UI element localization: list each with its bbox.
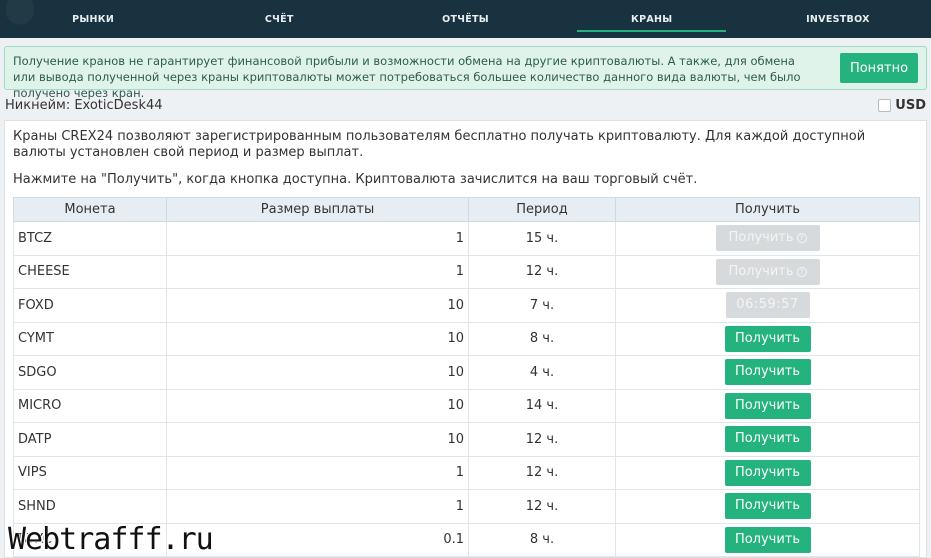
table-row: BTCZ 1 15 ч. Получить? [13, 221, 920, 256]
period-cell: 7 ч. [468, 288, 616, 323]
get-cell: 06:59:57 [615, 288, 920, 323]
disclaimer-notice: Получение кранов не гарантирует финансов… [4, 46, 927, 100]
intro-instruction: Нажмите на "Получить", когда кнопка дост… [13, 172, 698, 187]
get-button-label: Получить [734, 531, 801, 547]
usd-label: USD [895, 98, 926, 113]
get-button[interactable]: Получить [724, 426, 811, 453]
help-icon[interactable]: ? [796, 233, 807, 244]
table-header-row: Монета Размер выплаты Период Получить [13, 197, 920, 222]
col-header-amount: Размер выплаты [166, 197, 469, 222]
period-cell: 12 ч. [468, 422, 616, 457]
coin-cell: FOXD [13, 288, 167, 323]
get-button[interactable]: Получить [724, 493, 811, 520]
col-header-coin: Монета [13, 197, 167, 222]
table-row: SHND 1 12 ч. Получить [13, 489, 920, 524]
table-row: CYMT 10 8 ч. Получить [13, 321, 920, 356]
get-cell: Получить [615, 455, 920, 490]
get-button: Получить? [715, 225, 820, 252]
amount-cell: 10 [166, 355, 469, 390]
get-button-label: Получить [728, 230, 794, 246]
col-header-period: Период [468, 197, 616, 222]
amount-cell: 10 [166, 422, 469, 457]
get-button: Получить? [715, 258, 820, 285]
get-button-label: Получить [734, 330, 801, 346]
amount-cell: 10 [166, 321, 469, 356]
understood-button[interactable]: Понятно [840, 53, 918, 83]
countdown-timer: 06:59:57 [725, 292, 810, 319]
coin-cell: SHND [13, 489, 167, 524]
period-cell: 12 ч. [468, 455, 616, 490]
period-cell: 14 ч. [468, 388, 616, 423]
coin-cell: VIPS [13, 455, 167, 490]
get-cell: Получить [615, 489, 920, 524]
nav-item-account[interactable]: СЧЁТ [186, 0, 372, 38]
usd-toggle[interactable]: USD [878, 98, 926, 113]
get-button-label: Получить [728, 263, 794, 279]
get-button[interactable]: Получить [724, 325, 811, 352]
get-cell: Получить [615, 355, 920, 390]
get-button[interactable]: Получить [724, 459, 811, 486]
coin-cell: SDGO [13, 355, 167, 390]
get-cell: Получить? [615, 221, 920, 256]
coin-cell: CYMT [13, 321, 167, 356]
table-row: MICRO 10 14 ч. Получить [13, 388, 920, 423]
intro-text: Краны CREX24 позволяют зарегистрированны… [13, 129, 866, 160]
nav-item-reports[interactable]: ОТЧЁТЫ [372, 0, 558, 38]
usd-checkbox[interactable] [878, 99, 892, 112]
get-button-label: Получить [734, 498, 801, 514]
amount-cell: 10 [166, 388, 469, 423]
period-cell: 8 ч. [468, 522, 616, 557]
table-row: VIPS 1 12 ч. Получить [13, 455, 920, 490]
period-cell: 8 ч. [468, 321, 616, 356]
watermark: Webtrafff.ru [8, 522, 214, 557]
coin-cell: CHEESE [13, 254, 167, 289]
get-button[interactable]: Получить [724, 359, 811, 386]
get-button-label: Получить [734, 464, 801, 480]
nickname-label: Никнейм: ExoticDesk44 [5, 98, 163, 113]
get-button[interactable]: Получить [724, 526, 811, 553]
faucets-table: Монета Размер выплаты Период Получить BT… [13, 197, 920, 557]
get-cell: Получить [615, 522, 920, 557]
get-cell: Получить? [615, 254, 920, 289]
help-icon[interactable]: ? [796, 266, 807, 277]
nav-item-faucets[interactable]: КРАНЫ [559, 0, 745, 38]
period-cell: 12 ч. [468, 254, 616, 289]
coin-cell: MICRO [13, 388, 167, 423]
notice-text: Получение кранов не гарантирует финансов… [13, 54, 801, 100]
get-cell: Получить [615, 422, 920, 457]
period-cell: 15 ч. [468, 221, 616, 256]
period-cell: 4 ч. [468, 355, 616, 390]
coin-cell: BTCZ [13, 221, 167, 256]
period-cell: 12 ч. [468, 489, 616, 524]
faucets-panel: Краны CREX24 позволяют зарегистрированны… [4, 120, 927, 558]
col-header-get: Получить [615, 197, 920, 222]
get-cell: Получить [615, 321, 920, 356]
get-button-label: Получить [734, 364, 801, 380]
get-cell: Получить [615, 388, 920, 423]
table-row: CHEESE 1 12 ч. Получить? [13, 254, 920, 289]
table-row: FOXD 10 7 ч. 06:59:57 [13, 288, 920, 323]
amount-cell: 10 [166, 288, 469, 323]
top-nav: РЫНКИ СЧЁТ ОТЧЁТЫ КРАНЫ INVESTBOX [0, 0, 931, 38]
get-button[interactable]: Получить [724, 392, 811, 419]
amount-cell: 1 [166, 221, 469, 256]
amount-cell: 1 [166, 455, 469, 490]
get-button-label: Получить [734, 431, 801, 447]
get-button-label: Получить [734, 397, 801, 413]
nav-item-investbox[interactable]: INVESTBOX [745, 0, 931, 38]
coin-cell: DATP [13, 422, 167, 457]
table-row: SDGO 10 4 ч. Получить [13, 355, 920, 390]
get-button-label: 06:59:57 [736, 297, 799, 313]
nav-item-markets[interactable]: РЫНКИ [0, 0, 186, 38]
table-row: DATP 10 12 ч. Получить [13, 422, 920, 457]
amount-cell: 1 [166, 489, 469, 524]
amount-cell: 1 [166, 254, 469, 289]
